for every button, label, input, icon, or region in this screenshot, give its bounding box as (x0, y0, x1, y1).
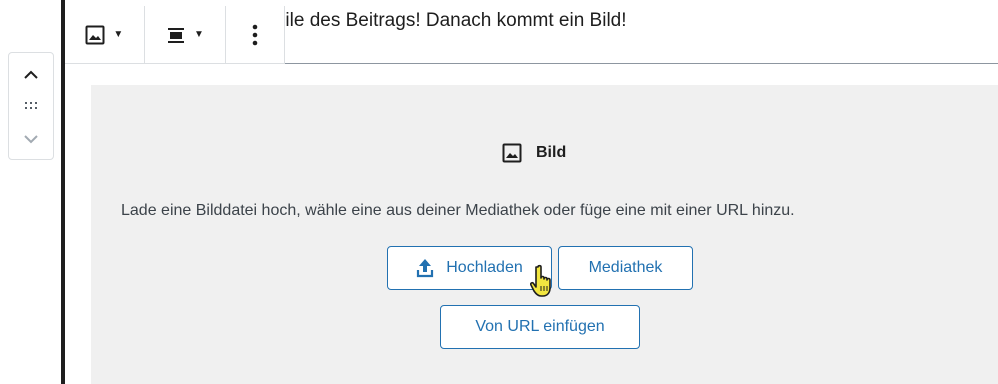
block-toolbar: ▼ ▼ (65, 6, 285, 64)
image-icon (85, 25, 105, 44)
caret-down-icon: ▼ (194, 29, 204, 40)
media-library-button-label: Mediathek (588, 259, 663, 276)
align-center-icon (168, 27, 184, 43)
drag-handle-icon (25, 102, 37, 109)
align-dropdown-button[interactable]: ▼ (145, 6, 227, 63)
more-options-button[interactable] (226, 6, 284, 63)
upload-button[interactable]: Hochladen (387, 246, 552, 290)
media-library-button[interactable]: Mediathek (558, 246, 693, 290)
placeholder-instructions: Lade eine Bilddatei hoch, wähle eine aus… (121, 202, 795, 219)
block-mover (8, 52, 54, 160)
more-vertical-icon (252, 24, 258, 45)
upload-button-label: Hochladen (446, 259, 523, 276)
drag-handle[interactable] (9, 93, 53, 119)
insert-from-url-button[interactable]: Von URL einfügen (440, 305, 640, 349)
chevron-up-icon (24, 70, 38, 79)
move-up-button[interactable] (9, 59, 53, 89)
upload-icon (417, 259, 434, 278)
chevron-down-icon (24, 135, 38, 144)
hand-pointer-icon (530, 264, 551, 297)
placeholder-title-label: Bild (536, 144, 567, 161)
move-down-button[interactable] (9, 125, 53, 155)
paragraph-text[interactable]: extzeile des Beitrags! Danach kommt ein … (240, 10, 627, 32)
caret-down-icon: ▼ (113, 29, 124, 40)
insert-from-url-button-label: Von URL einfügen (475, 318, 605, 335)
image-icon (502, 143, 522, 163)
change-block-type-button[interactable]: ▼ (65, 6, 145, 63)
placeholder-title: Bild (502, 140, 566, 166)
